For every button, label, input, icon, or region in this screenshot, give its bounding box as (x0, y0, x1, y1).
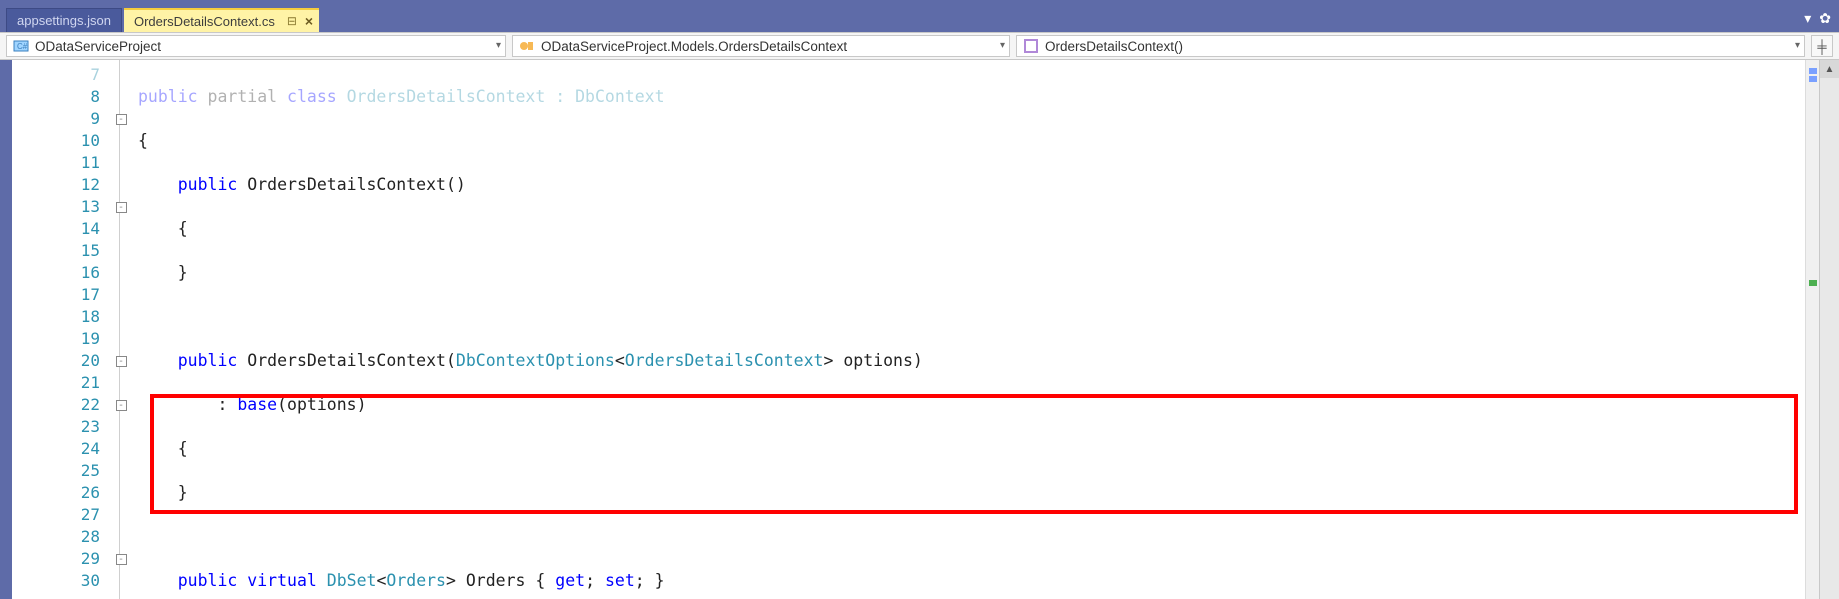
project-name: ODataServiceProject (35, 39, 161, 54)
gear-icon[interactable]: ✿ (1819, 10, 1831, 27)
chevron-down-icon: ▾ (1000, 40, 1005, 51)
class-icon (519, 38, 535, 54)
member-selector[interactable]: OrdersDetailsContext() ▾ (1016, 35, 1805, 57)
method-icon (1023, 38, 1039, 54)
code-editor[interactable]: 7891011121314151617181920212223242526272… (12, 60, 1839, 599)
dropdown-arrow-icon[interactable]: ▾ (1804, 10, 1811, 27)
code-area[interactable]: public partial class OrdersDetailsContex… (138, 60, 1839, 599)
outlining-margin[interactable]: ----- (104, 60, 138, 599)
member-name: OrdersDetailsContext() (1045, 39, 1183, 54)
csharp-project-icon: C# (13, 38, 29, 54)
class-selector[interactable]: ODataServiceProject.Models.OrdersDetails… (512, 35, 1010, 57)
tab-label: OrdersDetailsContext.cs (134, 14, 275, 29)
tab-label: appsettings.json (17, 13, 111, 28)
pin-icon[interactable]: ⊟ (287, 14, 297, 28)
chevron-down-icon: ▾ (496, 40, 501, 51)
document-tabs: appsettings.json OrdersDetailsContext.cs… (0, 6, 1839, 32)
tab-appsettings[interactable]: appsettings.json (6, 8, 122, 32)
class-name: ODataServiceProject.Models.OrdersDetails… (541, 39, 847, 54)
vertical-scrollbar[interactable]: ▲ (1819, 60, 1839, 599)
split-button[interactable]: ╪ (1811, 35, 1833, 57)
overview-ruler[interactable] (1805, 60, 1819, 599)
project-selector[interactable]: C# ODataServiceProject ▾ (6, 35, 506, 57)
chevron-down-icon: ▾ (1795, 40, 1800, 51)
tab-orderscontext[interactable]: OrdersDetailsContext.cs ⊟ × (124, 8, 319, 32)
scroll-up-arrow-icon[interactable]: ▲ (1820, 60, 1839, 78)
line-numbers: 7891011121314151617181920212223242526272… (12, 60, 104, 599)
close-icon[interactable]: × (305, 13, 313, 29)
svg-text:C#: C# (17, 42, 28, 51)
navigation-bar: C# ODataServiceProject ▾ ODataServicePro… (0, 32, 1839, 60)
